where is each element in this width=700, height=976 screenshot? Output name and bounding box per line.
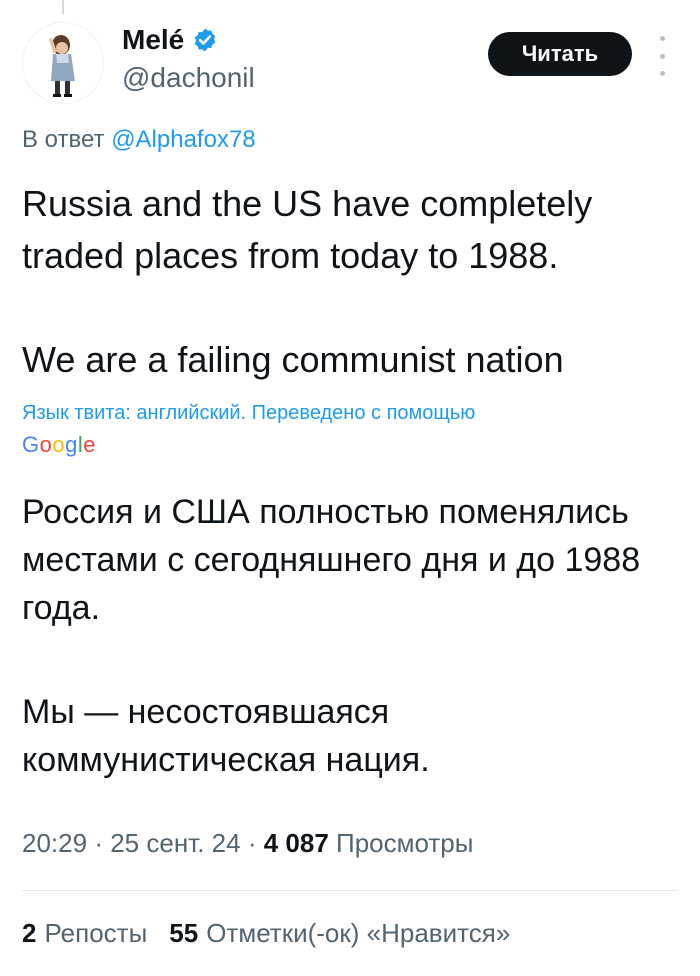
reply-context: В ответ @Alphafox78 xyxy=(22,126,256,154)
tweet-meta: 20:29 · 25 сент. 24 · 4 087 Просмотры xyxy=(22,828,473,859)
likes-stat[interactable]: 55 Отметки(-ок) «Нравится» xyxy=(169,918,510,949)
name-row: Melé xyxy=(122,24,218,56)
divider xyxy=(22,890,678,891)
likes-count: 55 xyxy=(169,918,199,948)
avatar-figure-icon xyxy=(23,23,103,103)
reposts-label: Репосты xyxy=(44,918,148,948)
author-display-name[interactable]: Melé xyxy=(122,24,184,56)
reposts-count: 2 xyxy=(22,918,37,948)
reply-mention-link[interactable]: @Alphafox78 xyxy=(111,126,255,153)
tweet-date[interactable]: 25 сент. 24 xyxy=(110,828,240,858)
tweet-paragraph: Russia and the US have completely traded… xyxy=(22,183,593,276)
views-label: Просмотры xyxy=(336,828,474,858)
more-options-icon[interactable] xyxy=(650,36,674,76)
tweet-time[interactable]: 20:29 xyxy=(22,828,87,858)
follow-button[interactable]: Читать xyxy=(488,32,632,76)
views-count: 4 087 xyxy=(263,828,329,858)
tweet-header: Melé @dachonil Читать xyxy=(0,0,700,110)
avatar[interactable] xyxy=(22,22,104,104)
translated-paragraph: Россия и США полностью поменялись местам… xyxy=(22,493,641,627)
verified-badge-icon xyxy=(192,27,218,53)
tweet-text: Russia and the US have completely traded… xyxy=(22,178,682,386)
translated-paragraph: Мы — несостоявшаяся коммунистическая нац… xyxy=(22,693,430,779)
translation-note: Язык твита: английский. Переведено с пом… xyxy=(22,402,476,424)
tweet-paragraph: We are a failing communist nation xyxy=(22,339,564,380)
meta-separator: · xyxy=(94,828,103,858)
translated-text: Россия и США полностью поменялись местам… xyxy=(22,488,682,784)
likes-label: Отметки(-ок) «Нравится» xyxy=(206,918,511,948)
reply-prefix: В ответ xyxy=(22,126,105,153)
google-logo[interactable]: Google xyxy=(22,432,96,458)
author-handle[interactable]: @dachonil xyxy=(122,62,255,94)
reposts-stat[interactable]: 2 Репосты xyxy=(22,918,147,949)
meta-separator: · xyxy=(247,828,257,858)
engagement-stats: 2 Репосты 55 Отметки(-ок) «Нравится» xyxy=(22,918,510,949)
